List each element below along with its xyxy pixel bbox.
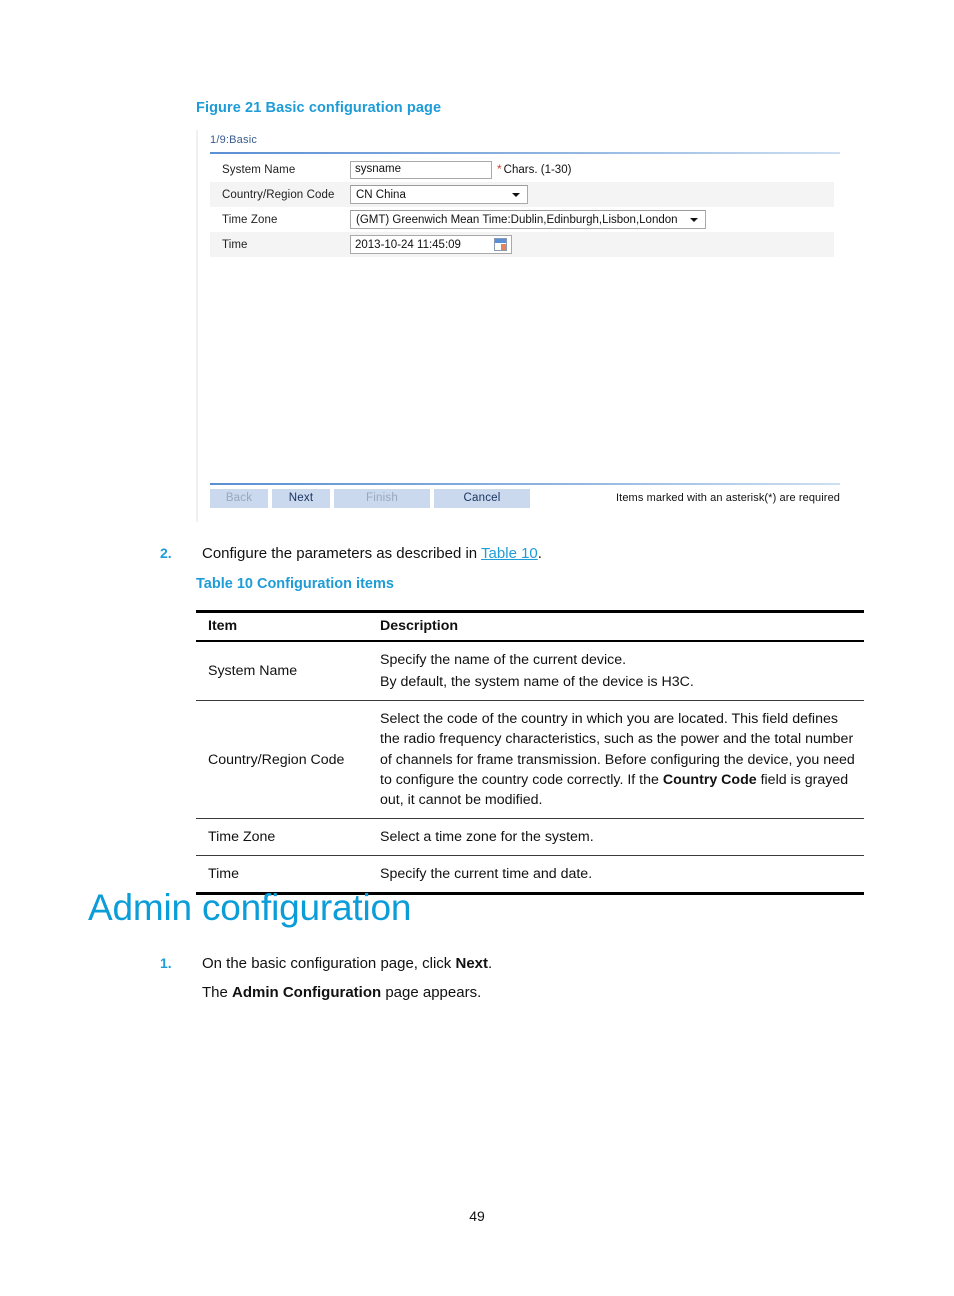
country-region-code-select[interactable]: CN China bbox=[350, 185, 528, 204]
column-header-item: Item bbox=[196, 610, 368, 642]
configuration-items-table: Item Description System Name Specify the… bbox=[196, 610, 864, 896]
page-number: 49 bbox=[469, 1208, 485, 1224]
time-input[interactable]: 2013-10-24 11:45:09 bbox=[350, 235, 512, 254]
label-time-zone: Time Zone bbox=[222, 213, 278, 226]
label-system-name: System Name bbox=[222, 163, 296, 176]
time-zone-select[interactable]: (GMT) Greenwich Mean Time:Dublin,Edinbur… bbox=[350, 210, 706, 229]
finish-button[interactable]: Finish bbox=[334, 489, 430, 508]
label-country-region-code: Country/Region Code bbox=[222, 188, 335, 201]
time-value: 2013-10-24 11:45:09 bbox=[355, 238, 461, 251]
table-header-row: Item Description bbox=[196, 610, 864, 642]
system-name-input[interactable]: sysname bbox=[350, 160, 492, 179]
next-button[interactable]: Next bbox=[272, 489, 330, 508]
step-2-number: 2. bbox=[160, 545, 172, 561]
desc-line: Select the code of the country in which … bbox=[380, 711, 855, 808]
form-row-country-region-code: Country/Region Code CN China bbox=[210, 182, 834, 207]
panel-title-divider bbox=[210, 152, 840, 154]
control-system-name: sysname * Chars. (1-30) bbox=[350, 160, 572, 179]
table-body: System Name Specify the name of the curr… bbox=[196, 641, 864, 896]
chevron-down-icon bbox=[690, 217, 698, 222]
table-row: System Name Specify the name of the curr… bbox=[196, 641, 864, 702]
form-row-time-zone: Time Zone (GMT) Greenwich Mean Time:Dubl… bbox=[210, 207, 834, 232]
desc-line: By default, the system name of the devic… bbox=[380, 674, 694, 691]
cell-item: Time Zone bbox=[196, 818, 368, 857]
form-row-time: Time 2013-10-24 11:45:09 bbox=[210, 232, 834, 257]
time-zone-value: (GMT) Greenwich Mean Time:Dublin,Edinbur… bbox=[356, 213, 678, 226]
country-region-code-value: CN China bbox=[356, 188, 406, 201]
basic-configuration-screenshot: 1/9:Basic System Name sysname * Chars. (… bbox=[196, 130, 856, 522]
calendar-icon[interactable] bbox=[494, 238, 507, 251]
control-country-region-code: CN China bbox=[350, 185, 528, 204]
desc-line: Specify the current time and date. bbox=[380, 866, 593, 883]
panel-left-rail bbox=[196, 130, 198, 522]
table-caption: Table 10 Configuration items bbox=[196, 576, 394, 592]
cell-item: Country/Region Code bbox=[196, 700, 368, 820]
required-fields-note: Items marked with an asterisk(*) are req… bbox=[616, 492, 840, 504]
chevron-down-icon bbox=[512, 192, 520, 197]
form-row-system-name: System Name sysname * Chars. (1-30) bbox=[210, 157, 834, 182]
cell-item: System Name bbox=[196, 641, 368, 702]
step-1-body: On the basic configuration page, click N… bbox=[202, 955, 493, 972]
desc-line: Select a time zone for the system. bbox=[380, 829, 594, 846]
table-row: Country/Region Code Select the code of t… bbox=[196, 700, 864, 820]
control-time-zone: (GMT) Greenwich Mean Time:Dublin,Edinbur… bbox=[350, 210, 706, 229]
step-2: 2. Configure the parameters as described… bbox=[160, 545, 860, 562]
basic-config-form: System Name sysname * Chars. (1-30) Coun… bbox=[210, 157, 834, 257]
step-2-text-before: Configure the parameters as described in bbox=[202, 545, 482, 562]
desc-line: Specify the name of the current device. bbox=[380, 652, 627, 668]
label-time: Time bbox=[222, 238, 248, 251]
cancel-button[interactable]: Cancel bbox=[434, 489, 530, 508]
cell-description: Specify the name of the current device. … bbox=[368, 641, 864, 702]
column-header-description: Description bbox=[368, 610, 864, 642]
button-bar-divider bbox=[210, 483, 840, 485]
control-time: 2013-10-24 11:45:09 bbox=[350, 235, 512, 254]
table-row: Time Zone Select a time zone for the sys… bbox=[196, 818, 864, 857]
cell-description: Select the code of the country in which … bbox=[368, 700, 864, 820]
required-asterisk: * bbox=[497, 161, 502, 176]
table-10-link[interactable]: Table 10 bbox=[481, 545, 538, 562]
cell-description: Select a time zone for the system. bbox=[368, 818, 864, 857]
panel-step-title: 1/9:Basic bbox=[210, 134, 258, 146]
system-name-hint: Chars. (1-30) bbox=[503, 163, 572, 176]
step-2-body: Configure the parameters as described in… bbox=[202, 545, 542, 562]
page-title: Admin configuration bbox=[88, 887, 412, 928]
step-1: 1. On the basic configuration page, clic… bbox=[160, 955, 860, 972]
figure-caption: Figure 21 Basic configuration page bbox=[196, 100, 442, 116]
wizard-button-bar: Back Next Finish Cancel Items marked wit… bbox=[210, 489, 840, 511]
step-1-number: 1. bbox=[160, 955, 172, 971]
step-2-text-after: . bbox=[537, 545, 542, 562]
back-button[interactable]: Back bbox=[210, 489, 268, 508]
step-1-subtext: The Admin Configuration page appears. bbox=[202, 984, 482, 1001]
cell-description: Specify the current time and date. bbox=[368, 855, 864, 896]
